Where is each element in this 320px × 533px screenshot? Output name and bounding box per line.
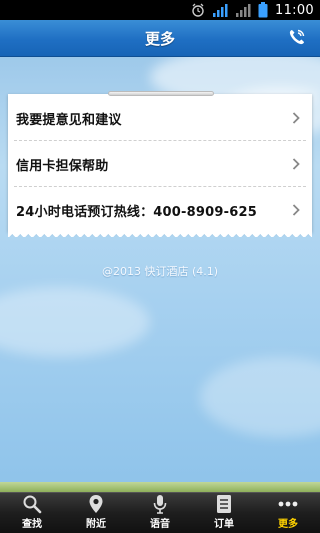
status-bar: 11:00 — [0, 0, 320, 20]
tab-label: 语音 — [150, 519, 170, 530]
phone-icon — [287, 27, 307, 51]
status-time: 11:00 — [275, 2, 314, 18]
header-bar: 更多 — [0, 20, 320, 57]
tab-search[interactable]: 查找 — [0, 493, 64, 533]
page-title: 更多 — [144, 29, 175, 48]
copyright-text: @2013 快订酒店 (4.1) — [101, 265, 219, 278]
menu-item-label: 信用卡担保帮助 — [16, 158, 109, 174]
more-dots-icon — [277, 493, 299, 514]
bottom-tab-bar: 查找 附近 语音 订单 更多 — [0, 492, 320, 533]
menu-item-hotline[interactable]: 24小时电话预订热线：400-8909-625 — [8, 187, 312, 233]
tab-label: 订单 — [214, 519, 234, 530]
menu-card: 我要提意见和建议 信用卡担保帮助 24小时电话预订热线：400-8909-625 — [8, 91, 312, 237]
menu-item-credit-card-help[interactable]: 信用卡担保帮助 — [8, 141, 312, 187]
menu-item-label: 24小时电话预订热线：400-8909-625 — [16, 204, 257, 220]
tab-label: 查找 — [22, 519, 42, 530]
chevron-right-icon — [292, 204, 300, 216]
microphone-icon — [152, 493, 168, 514]
phone-call-button[interactable] — [286, 28, 308, 50]
menu-item-feedback[interactable]: 我要提意见和建议 — [8, 95, 312, 141]
grass-decoration — [0, 482, 320, 492]
menu-item-label: 我要提意见和建议 — [16, 112, 122, 128]
card-torn-edge — [8, 231, 312, 237]
tab-orders[interactable]: 订单 — [192, 493, 256, 533]
tab-label: 更多 — [278, 519, 298, 530]
search-icon — [22, 493, 42, 514]
tab-label: 附近 — [86, 519, 106, 530]
alarm-icon — [191, 0, 205, 20]
chevron-right-icon — [292, 112, 300, 124]
location-pin-icon — [88, 493, 104, 514]
tab-more[interactable]: 更多 — [256, 493, 320, 533]
battery-icon — [258, 0, 268, 20]
signal-icon — [212, 0, 228, 20]
chevron-right-icon — [292, 158, 300, 170]
signal-icon — [235, 0, 251, 20]
tab-voice[interactable]: 语音 — [128, 493, 192, 533]
order-list-icon — [216, 493, 232, 514]
main-content: 我要提意见和建议 信用卡担保帮助 24小时电话预订热线：400-8909-625… — [0, 57, 320, 492]
tab-nearby[interactable]: 附近 — [64, 493, 128, 533]
